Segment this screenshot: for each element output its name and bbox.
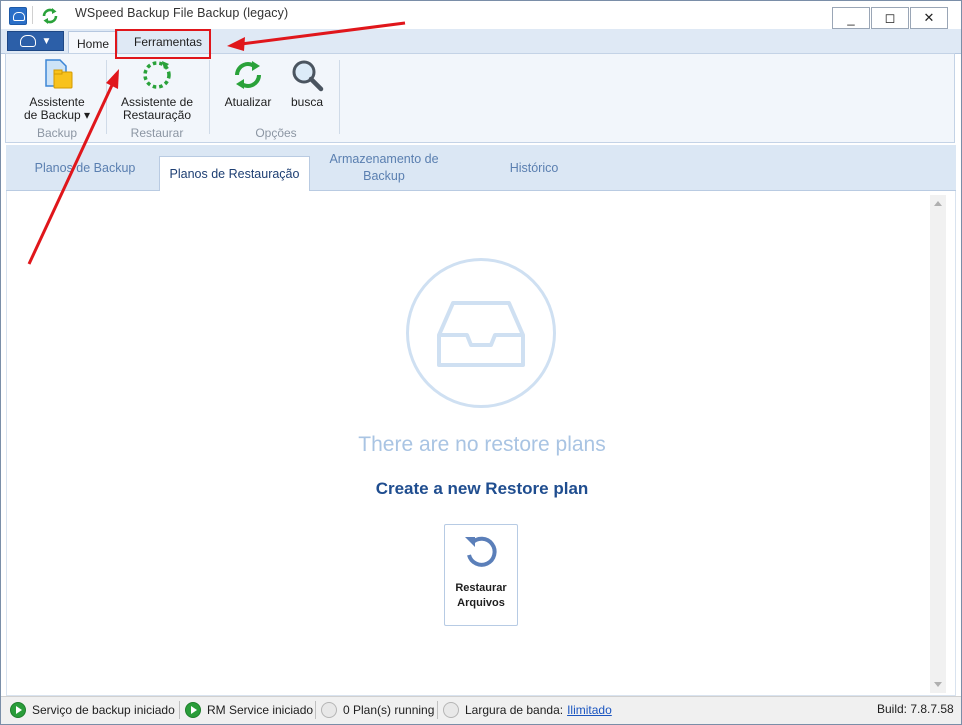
- scroll-down-icon[interactable]: [934, 682, 942, 687]
- close-button[interactable]: ✕: [910, 7, 948, 29]
- annotation-highlight-box: [115, 29, 211, 59]
- refresh-button[interactable]: Atualizar: [220, 58, 276, 109]
- idle-status-icon: [321, 702, 337, 718]
- title-bar: WSpeed Backup File Backup (legacy) _ ◻ ✕: [1, 1, 961, 29]
- bandwidth-link[interactable]: Ilimitado: [567, 703, 612, 717]
- empty-inbox-illustration: [406, 258, 556, 408]
- minimize-button[interactable]: _: [832, 7, 870, 29]
- status-divider: [179, 701, 180, 719]
- restore-files-button[interactable]: Restaurar Arquivos: [444, 524, 518, 626]
- restore-wizard-icon: [143, 61, 171, 89]
- tab-home[interactable]: Home: [68, 31, 118, 55]
- group-label-options: Opções: [255, 126, 297, 140]
- tab-history[interactable]: Histórico: [486, 145, 582, 191]
- search-icon: [292, 60, 324, 92]
- plans-running-text: 0 Plan(s) running: [343, 703, 435, 717]
- backup-service-status: Serviço de backup iniciado: [10, 702, 175, 718]
- backup-wizard-button[interactable]: Assistente de Backup ▾: [22, 58, 92, 122]
- cloud-icon: [19, 35, 36, 47]
- tab-restore-plans[interactable]: Planos de Restauração: [159, 156, 310, 192]
- create-restore-plan-link[interactable]: Create a new Restore plan: [1, 479, 962, 499]
- inbox-tray-icon: [437, 301, 525, 367]
- restore-arrow-icon: [465, 536, 497, 567]
- search-label: busca: [290, 95, 324, 109]
- refresh-icon: [235, 61, 261, 89]
- tab-backup-storage[interactable]: Armazenamento de Backup: [320, 145, 448, 191]
- empty-state-message: There are no restore plans: [358, 433, 606, 456]
- rm-service-text: RM Service iniciado: [207, 703, 314, 717]
- ribbon-group-divider: [209, 60, 210, 134]
- tab-backup-plans[interactable]: Planos de Backup: [24, 145, 146, 191]
- status-bar: Serviço de backup iniciado RM Service in…: [1, 696, 961, 724]
- app-window: WSpeed Backup File Backup (legacy) _ ◻ ✕…: [0, 0, 962, 725]
- backup-wizard-label: Assistente de Backup ▾: [23, 95, 91, 122]
- quick-refresh-icon[interactable]: [40, 6, 60, 26]
- bandwidth-status: Largura de banda: Ilimitado: [443, 702, 612, 718]
- refresh-label: Atualizar: [224, 95, 272, 109]
- status-divider: [315, 701, 316, 719]
- restore-wizard-button[interactable]: Assistente de Restauração: [118, 58, 196, 122]
- scroll-up-icon[interactable]: [934, 201, 942, 206]
- dropdown-arrow-icon: ▼: [41, 35, 52, 47]
- title-divider: [32, 6, 33, 24]
- restore-files-label: Restaurar Arquivos: [455, 582, 507, 609]
- plans-running-status: 0 Plan(s) running: [321, 702, 434, 718]
- app-logo-icon[interactable]: [9, 7, 27, 25]
- search-button[interactable]: busca: [282, 58, 332, 109]
- backup-service-text: Serviço de backup iniciado: [32, 703, 175, 717]
- service-running-icon: [10, 702, 26, 718]
- idle-status-icon: [443, 702, 459, 718]
- window-title: WSpeed Backup File Backup (legacy): [75, 6, 289, 20]
- content-tab-strip: Planos de Backup Planos de Restauração A…: [6, 145, 956, 192]
- service-running-icon: [185, 702, 201, 718]
- ribbon-panel: Assistente de Backup ▾ Backup Assistente…: [5, 53, 955, 143]
- rm-service-status: RM Service iniciado: [185, 702, 313, 718]
- bandwidth-label: Largura de banda:: [465, 703, 564, 717]
- app-menu-button[interactable]: ▼: [7, 31, 64, 51]
- ribbon-group-divider: [106, 60, 107, 134]
- group-label-restore: Restaurar: [130, 126, 184, 140]
- backup-wizard-icon: [45, 59, 73, 89]
- build-version: Build: 7.8.7.58: [877, 702, 954, 716]
- maximize-button[interactable]: ◻: [871, 7, 909, 29]
- group-label-backup: Backup: [36, 126, 78, 140]
- status-divider: [437, 701, 438, 719]
- restore-wizard-label: Assistente de Restauração: [120, 95, 194, 122]
- ribbon-group-divider: [339, 60, 340, 134]
